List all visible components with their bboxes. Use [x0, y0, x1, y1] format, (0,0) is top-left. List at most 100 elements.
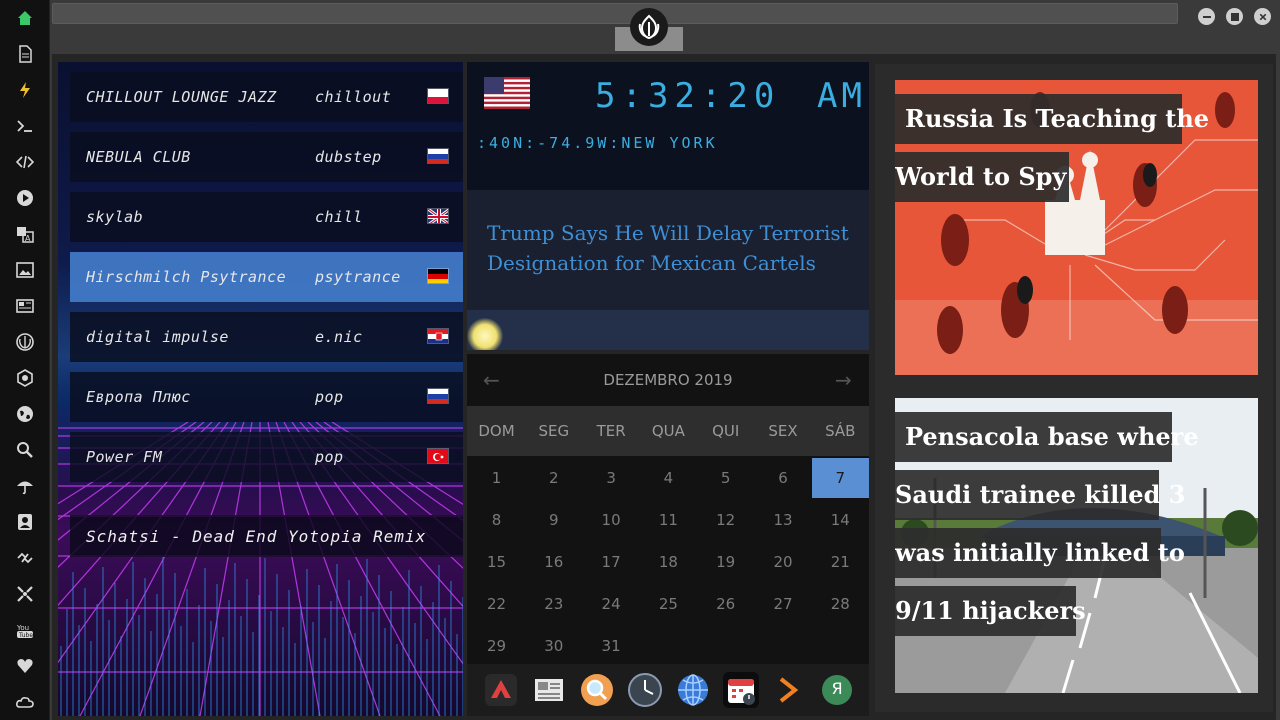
heart-icon [17, 659, 33, 673]
calendar-day[interactable]: 23 [525, 584, 582, 624]
next-month-button[interactable]: → [835, 368, 852, 392]
news-icon [16, 299, 34, 313]
maximize-button[interactable] [1226, 8, 1243, 25]
sidebar-item-search[interactable] [0, 432, 50, 468]
calendar-day[interactable]: 10 [583, 500, 640, 540]
sidebar-item-umbrella[interactable] [0, 468, 50, 504]
sidebar-item-document[interactable] [0, 36, 50, 72]
station-row[interactable]: CHILLOUT LOUNGE JAZZ chillout [70, 72, 463, 122]
terminal-arrow-icon [779, 677, 799, 703]
calendar-day[interactable]: 15 [468, 542, 525, 582]
station-row[interactable]: NEBULA CLUB dubstep [70, 132, 463, 182]
minimize-button[interactable] [1198, 8, 1215, 25]
dock-terminal-arrow-button[interactable] [771, 672, 807, 708]
arrow-up-icon [485, 674, 517, 706]
calendar-day[interactable]: 12 [697, 500, 754, 540]
sidebar-item-youtube[interactable]: You Tube [0, 612, 50, 648]
news-card-russia[interactable]: Russia Is Teaching the World to Spy [895, 80, 1258, 375]
youtube-icon: YouTube [16, 624, 33, 639]
calendar-dayname: QUI [712, 422, 740, 440]
station-genre: e.nic [315, 328, 363, 346]
sidebar-item-rebel[interactable] [0, 324, 50, 360]
dock-newspaper-button[interactable] [531, 672, 567, 708]
sidebar-item-code[interactable] [0, 144, 50, 180]
search-icon [17, 442, 33, 458]
calendar-dayname: QUA [651, 422, 685, 440]
russia-flag-icon [427, 148, 449, 164]
calendar-day[interactable]: 13 [755, 500, 812, 540]
title-bar[interactable] [52, 3, 1178, 24]
station-row[interactable]: skylab chill [70, 192, 463, 242]
dock-clock-button[interactable] [627, 672, 663, 708]
calendar-day[interactable]: 9 [525, 500, 582, 540]
dock-arrow-up-button[interactable] [483, 672, 519, 708]
translate-icon: A [17, 227, 34, 243]
calendar-header: ← DEZEMBRO 2019 → [467, 354, 869, 406]
headline-panel[interactable]: Trump Says He Will Delay Terrorist Desig… [467, 190, 869, 350]
clock-time: 5:32:20 [595, 76, 781, 116]
calendar-day[interactable]: 27 [755, 584, 812, 624]
sidebar-item-link[interactable] [0, 540, 50, 576]
calendar-day[interactable]: 24 [583, 584, 640, 624]
yandex-letter: Я [831, 679, 843, 698]
sidebar-item-cloud[interactable] [0, 684, 50, 720]
calendar-day[interactable]: 2 [525, 458, 582, 498]
calendar-dayname: SEG [538, 422, 570, 440]
calendar-day[interactable]: 18 [640, 542, 697, 582]
news-title-line: was initially linked to [895, 528, 1185, 578]
calendar-day[interactable]: 20 [755, 542, 812, 582]
dock-globe-button[interactable] [675, 672, 711, 708]
calendar-day[interactable]: 3 [583, 458, 640, 498]
calendar-day[interactable]: 6 [755, 458, 812, 498]
calendar-day[interactable]: 8 [468, 500, 525, 540]
station-genre: chillout [315, 88, 392, 106]
calendar-icon [728, 679, 755, 705]
station-row[interactable]: Hirschmilch Psytrance psytrance [70, 252, 463, 302]
prev-month-button[interactable]: ← [483, 368, 500, 392]
sidebar-item-play[interactable] [0, 180, 50, 216]
station-row[interactable]: Европа Плюс pop [70, 372, 463, 422]
calendar-panel: ← DEZEMBRO 2019 → DOM SEG TER QUA QUI SEX SÁB … [467, 354, 869, 664]
station-name: CHILLOUT LOUNGE JAZZ [86, 88, 277, 106]
sidebar-item-heart[interactable] [0, 648, 50, 684]
sidebar-item-news[interactable] [0, 288, 50, 324]
station-row[interactable]: digital impulse e.nic [70, 312, 463, 362]
calendar-day-today[interactable]: 7 [811, 458, 869, 498]
sidebar-item-globe[interactable] [0, 396, 50, 432]
document-icon [19, 45, 32, 63]
calendar-day[interactable]: 29 [468, 626, 525, 666]
calendar-day[interactable]: 5 [697, 458, 754, 498]
sidebar-item-empire[interactable] [0, 360, 50, 396]
sidebar-item-translate[interactable]: A [0, 216, 50, 252]
station-row[interactable]: Power FM pop [70, 432, 463, 482]
sidebar-item-expand[interactable] [0, 576, 50, 612]
dock-magnifier-button[interactable] [579, 672, 615, 708]
calendar-day[interactable]: 26 [697, 584, 754, 624]
calendar-day[interactable]: 28 [812, 584, 869, 624]
sidebar-item-home[interactable] [0, 0, 50, 36]
calendar-day[interactable]: 19 [697, 542, 754, 582]
sidebar-item-terminal[interactable] [0, 108, 50, 144]
close-button[interactable] [1254, 8, 1271, 25]
sidebar-item-contact[interactable] [0, 504, 50, 540]
calendar-day[interactable]: 14 [812, 500, 869, 540]
sidebar-item-bolt[interactable] [0, 72, 50, 108]
station-genre: pop [315, 448, 344, 466]
station-name: Hirschmilch Psytrance [86, 268, 287, 286]
headline-link[interactable]: Trump Says He Will Delay Terrorist Desig… [487, 218, 857, 278]
calendar-day[interactable]: 30 [525, 626, 582, 666]
calendar-day[interactable]: 16 [525, 542, 582, 582]
calendar-day[interactable]: 25 [640, 584, 697, 624]
sidebar-item-image[interactable] [0, 252, 50, 288]
calendar-day[interactable]: 21 [812, 542, 869, 582]
dock-yandex-button[interactable]: Я [819, 672, 855, 708]
news-card-pensacola[interactable]: Pensacola base where Saudi trainee killed… [895, 398, 1258, 693]
calendar-day[interactable]: 11 [640, 500, 697, 540]
germany-flag-icon [427, 268, 449, 284]
calendar-day[interactable]: 22 [468, 584, 525, 624]
calendar-day[interactable]: 4 [640, 458, 697, 498]
calendar-day[interactable]: 17 [583, 542, 640, 582]
dock-calendar-button[interactable] [723, 672, 759, 708]
calendar-day[interactable]: 31 [583, 626, 640, 666]
calendar-day[interactable]: 1 [468, 458, 525, 498]
